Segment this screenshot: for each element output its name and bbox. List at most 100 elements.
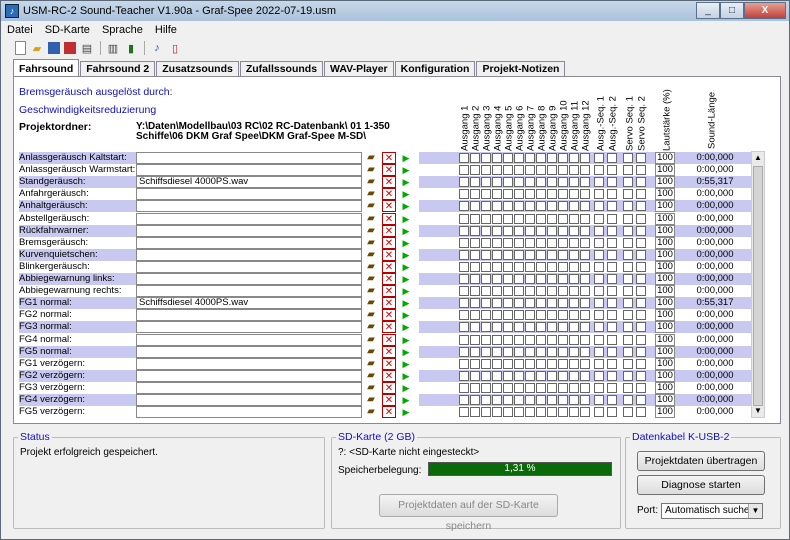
output-checkbox[interactable] bbox=[623, 358, 633, 369]
play-icon[interactable]: ▶ bbox=[399, 321, 413, 333]
output-checkbox[interactable] bbox=[459, 153, 469, 163]
play-icon[interactable]: ▶ bbox=[399, 382, 413, 394]
output-checkbox[interactable] bbox=[503, 407, 513, 418]
output-checkbox[interactable] bbox=[459, 261, 469, 272]
output-checkbox[interactable] bbox=[558, 310, 568, 321]
import-icon[interactable]: ▥ bbox=[106, 41, 120, 55]
output-checkbox[interactable] bbox=[594, 395, 604, 405]
output-checkbox[interactable] bbox=[580, 286, 590, 297]
output-checkbox[interactable] bbox=[514, 322, 524, 333]
output-checkbox[interactable] bbox=[492, 177, 502, 188]
output-checkbox[interactable] bbox=[607, 286, 617, 297]
output-checkbox[interactable] bbox=[636, 334, 646, 345]
output-checkbox[interactable] bbox=[569, 274, 579, 284]
output-checkbox[interactable] bbox=[536, 370, 546, 381]
output-checkbox[interactable] bbox=[470, 382, 480, 393]
output-checkbox[interactable] bbox=[503, 165, 513, 176]
delete-icon[interactable]: ✕ bbox=[382, 309, 396, 322]
output-checkbox[interactable] bbox=[503, 310, 513, 321]
output-checkbox[interactable] bbox=[481, 249, 491, 260]
output-checkbox[interactable] bbox=[459, 201, 469, 212]
output-checkbox[interactable] bbox=[481, 310, 491, 321]
output-checkbox[interactable] bbox=[558, 165, 568, 176]
output-checkbox[interactable] bbox=[623, 298, 633, 309]
output-checkbox[interactable] bbox=[594, 153, 604, 163]
output-checkbox[interactable] bbox=[481, 261, 491, 272]
output-checkbox[interactable] bbox=[569, 201, 579, 212]
output-checkbox[interactable] bbox=[514, 334, 524, 345]
output-checkbox[interactable] bbox=[607, 237, 617, 248]
output-checkbox[interactable] bbox=[492, 213, 502, 224]
volume-field[interactable]: 100 bbox=[655, 248, 675, 261]
output-checkbox[interactable] bbox=[636, 370, 646, 381]
output-checkbox[interactable] bbox=[503, 395, 513, 405]
delete-icon[interactable]: ✕ bbox=[382, 152, 396, 164]
output-checkbox[interactable] bbox=[636, 153, 646, 163]
output-checkbox[interactable] bbox=[525, 177, 535, 188]
output-checkbox[interactable] bbox=[503, 274, 513, 284]
output-checkbox[interactable] bbox=[514, 249, 524, 260]
tab-konfiguration[interactable]: Konfiguration bbox=[394, 61, 476, 76]
pdf-icon[interactable]: ▯ bbox=[168, 41, 182, 55]
music-note-icon[interactable]: ♪ bbox=[150, 41, 164, 55]
wav-file-field[interactable] bbox=[136, 188, 362, 201]
output-checkbox[interactable] bbox=[481, 274, 491, 284]
open-folder-icon[interactable]: ▰ bbox=[364, 370, 378, 382]
output-checkbox[interactable] bbox=[569, 407, 579, 418]
tab-projekt-notizen[interactable]: Projekt-Notizen bbox=[476, 61, 566, 76]
output-checkbox[interactable] bbox=[525, 237, 535, 248]
output-checkbox[interactable] bbox=[569, 358, 579, 369]
wav-file-field[interactable] bbox=[136, 285, 362, 298]
play-icon[interactable]: ▶ bbox=[399, 164, 413, 176]
output-checkbox[interactable] bbox=[492, 395, 502, 405]
play-icon[interactable]: ▶ bbox=[399, 152, 413, 164]
output-checkbox[interactable] bbox=[547, 249, 557, 260]
output-checkbox[interactable] bbox=[525, 310, 535, 321]
open-folder-icon[interactable]: ▰ bbox=[364, 285, 378, 297]
tab-zusatzsounds[interactable]: Zusatzsounds bbox=[156, 61, 239, 76]
output-checkbox[interactable] bbox=[536, 274, 546, 284]
open-folder-icon[interactable]: ▰ bbox=[364, 321, 378, 333]
output-checkbox[interactable] bbox=[636, 249, 646, 260]
output-checkbox[interactable] bbox=[569, 261, 579, 272]
volume-field[interactable]: 100 bbox=[655, 394, 675, 406]
output-checkbox[interactable] bbox=[514, 225, 524, 236]
output-checkbox[interactable] bbox=[536, 165, 546, 176]
output-checkbox[interactable] bbox=[514, 286, 524, 297]
play-icon[interactable]: ▶ bbox=[399, 309, 413, 321]
output-checkbox[interactable] bbox=[623, 382, 633, 393]
output-checkbox[interactable] bbox=[481, 382, 491, 393]
output-checkbox[interactable] bbox=[547, 177, 557, 188]
output-checkbox[interactable] bbox=[503, 334, 513, 345]
output-checkbox[interactable] bbox=[492, 225, 502, 236]
output-checkbox[interactable] bbox=[580, 165, 590, 176]
output-checkbox[interactable] bbox=[492, 189, 502, 200]
output-checkbox[interactable] bbox=[536, 382, 546, 393]
output-checkbox[interactable] bbox=[594, 261, 604, 272]
output-checkbox[interactable] bbox=[536, 322, 546, 333]
output-checkbox[interactable] bbox=[594, 274, 604, 284]
play-icon[interactable]: ▶ bbox=[399, 176, 413, 188]
output-checkbox[interactable] bbox=[492, 237, 502, 248]
output-checkbox[interactable] bbox=[636, 237, 646, 248]
output-checkbox[interactable] bbox=[594, 189, 604, 200]
output-checkbox[interactable] bbox=[503, 213, 513, 224]
output-checkbox[interactable] bbox=[580, 153, 590, 163]
delete-icon[interactable]: ✕ bbox=[382, 248, 396, 261]
output-checkbox[interactable] bbox=[558, 322, 568, 333]
output-checkbox[interactable] bbox=[536, 334, 546, 345]
output-checkbox[interactable] bbox=[503, 370, 513, 381]
wav-file-field[interactable] bbox=[136, 164, 362, 177]
output-checkbox[interactable] bbox=[558, 395, 568, 405]
wav-file-field[interactable] bbox=[136, 212, 362, 225]
output-checkbox[interactable] bbox=[514, 153, 524, 163]
tab-zufallssounds[interactable]: Zufallssounds bbox=[239, 61, 324, 76]
delete-icon[interactable]: ✕ bbox=[382, 321, 396, 334]
output-checkbox[interactable] bbox=[594, 370, 604, 381]
output-checkbox[interactable] bbox=[481, 165, 491, 176]
delete-icon[interactable]: ✕ bbox=[382, 381, 396, 394]
delete-icon[interactable]: ✕ bbox=[382, 200, 396, 213]
open-folder-icon[interactable]: ▰ bbox=[364, 176, 378, 188]
output-checkbox[interactable] bbox=[492, 382, 502, 393]
output-checkbox[interactable] bbox=[623, 225, 633, 236]
